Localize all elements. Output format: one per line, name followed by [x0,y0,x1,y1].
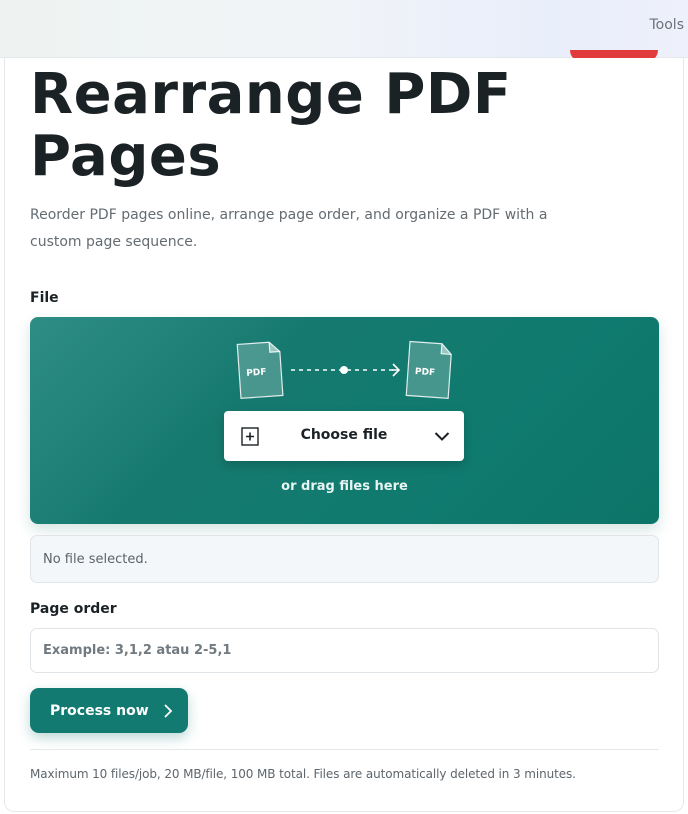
drag-files-hint: or drag files here [281,479,408,494]
choose-file-label: Choose file [300,427,388,443]
page-subtitle: Reorder PDF pages online, arrange page o… [30,207,548,250]
file-section-label: File [30,290,59,306]
chevron-right-icon [164,704,173,718]
target-doc-label: PDF [415,367,436,378]
process-now-button[interactable]: Process now [30,688,188,733]
process-now-label: Process now [50,703,149,719]
chevron-down-icon[interactable] [434,431,450,442]
pdf-convert-illustration: PDF PDF [236,340,452,399]
page-order-label: Page order [30,601,117,617]
file-status-box: No file selected. [30,535,659,583]
file-status-text: No file selected. [43,552,148,567]
tools-menu-link[interactable]: Tools [650,17,685,33]
footer-divider [30,749,659,750]
file-dropzone[interactable]: PDF PDF Choose file or drag files here [30,317,659,524]
pdf-document-icon: PDF [236,341,284,399]
choose-file-button[interactable]: Choose file [224,411,464,461]
page-order-input[interactable] [30,628,659,673]
dashed-arrow-icon [291,363,401,377]
upload-limits-note: Maximum 10 files/job, 20 MB/file, 100 MB… [30,767,576,781]
pdf-document-icon: PDF [405,340,452,399]
source-doc-label: PDF [246,367,267,378]
page-title: Rearrange PDF Pages [30,62,512,189]
